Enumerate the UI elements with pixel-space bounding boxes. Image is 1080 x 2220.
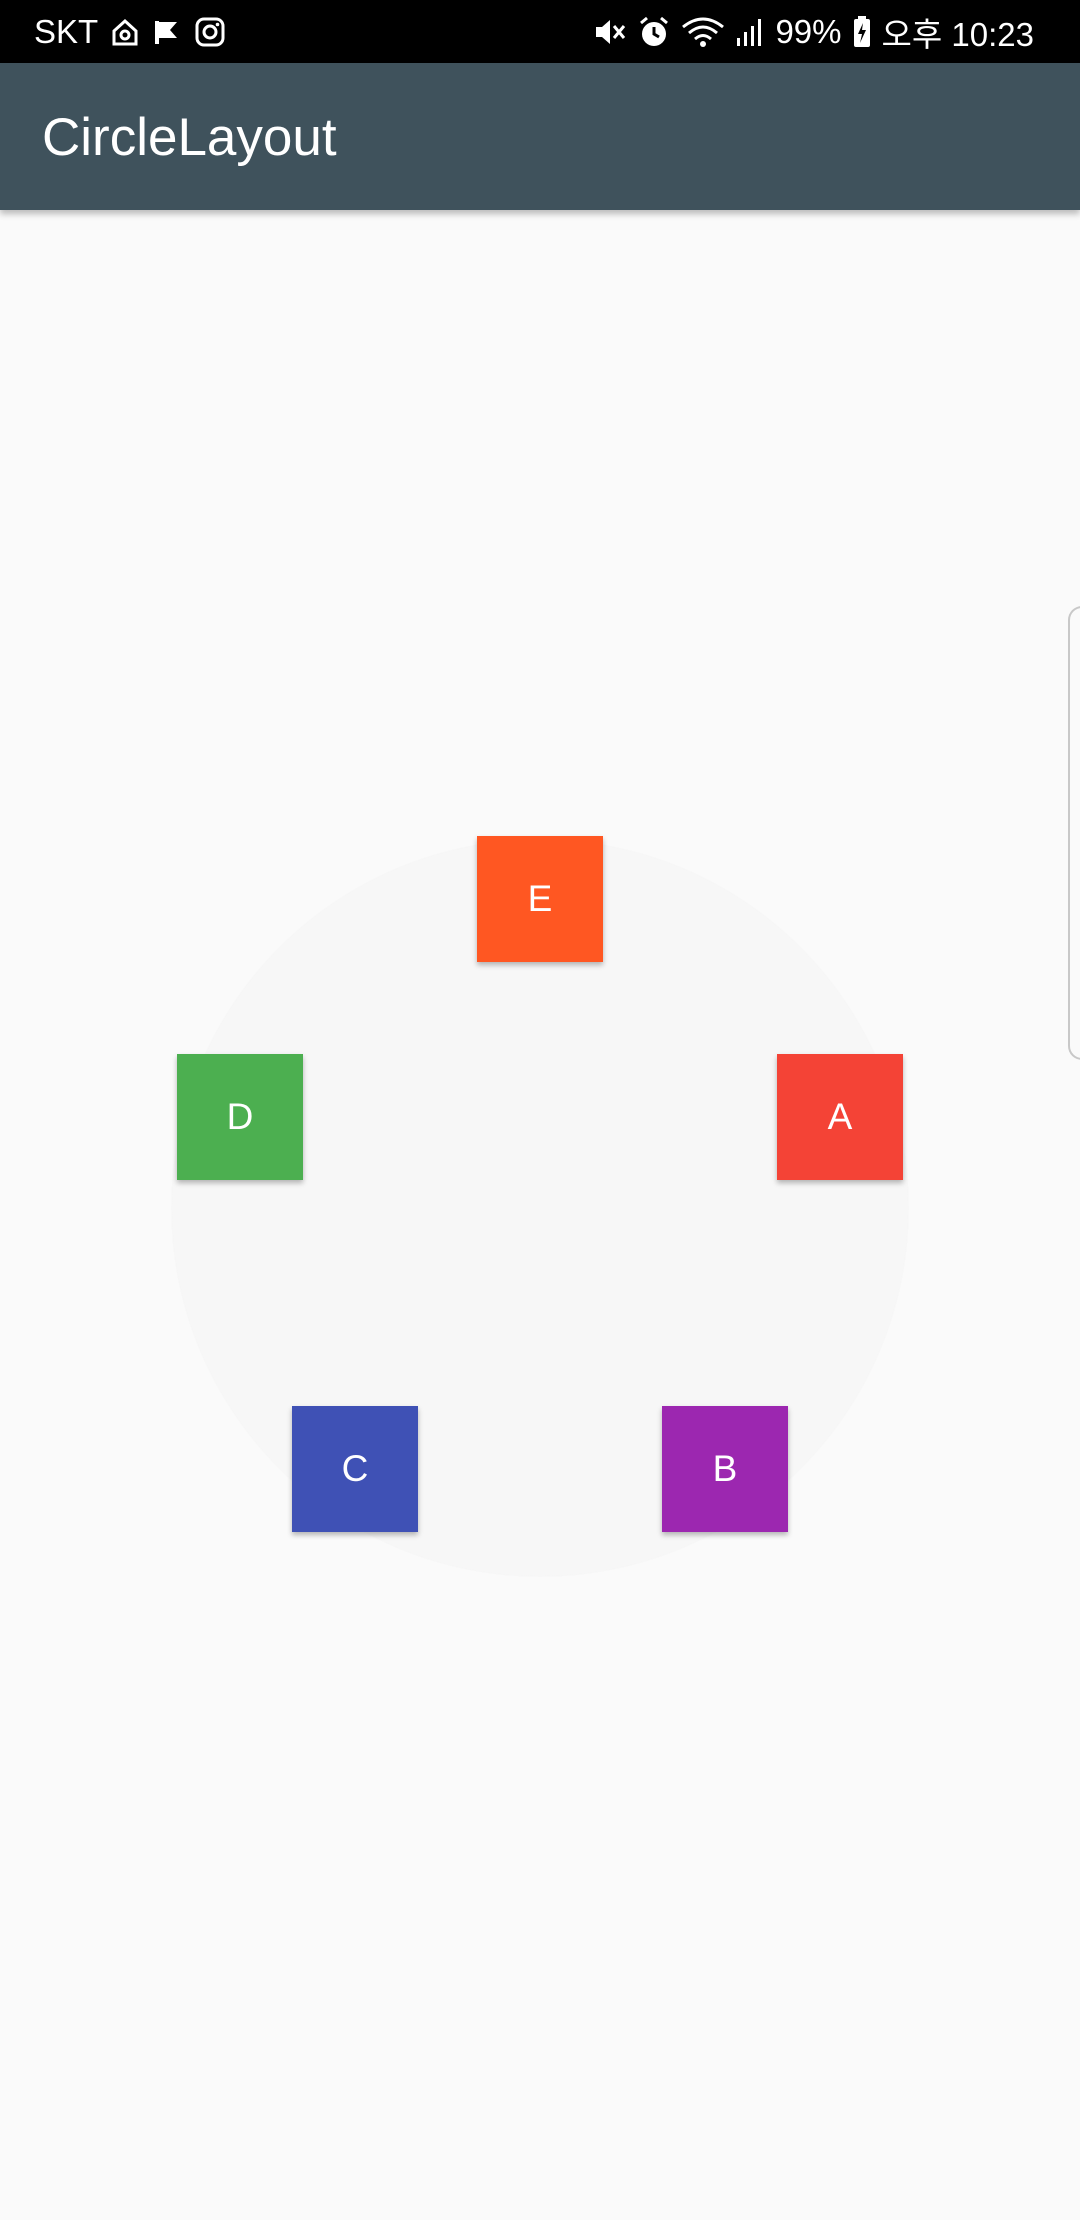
circle-item-a[interactable]: A <box>777 1054 903 1180</box>
carrier-label: SKT <box>34 13 99 50</box>
mute-icon <box>593 16 627 48</box>
clock-label: 오후 10:23 <box>881 16 1034 53</box>
circle-item-label: E <box>527 878 553 919</box>
circle-item-label: A <box>827 1096 853 1137</box>
status-right-group: 99% 오후 10:23 <box>593 10 1034 54</box>
circle-item-c[interactable]: C <box>292 1406 418 1532</box>
alarm-icon <box>637 15 671 49</box>
edge-panel-handle[interactable] <box>1068 606 1080 1060</box>
circle-item-label: D <box>226 1096 254 1137</box>
app-bar: CircleLayout <box>0 63 1080 210</box>
wifi-icon <box>681 15 725 49</box>
signal-icon <box>735 16 765 48</box>
status-bar: SKT 99% 오후 10:23 <box>0 0 1080 63</box>
flag-icon <box>152 17 182 47</box>
status-left-group: SKT <box>34 10 226 54</box>
circle-item-label: B <box>712 1448 738 1489</box>
circle-item-d[interactable]: D <box>177 1054 303 1180</box>
home-icon <box>110 17 140 47</box>
battery-percent: 99% <box>775 13 842 50</box>
instagram-icon <box>194 16 226 48</box>
circle-item-b[interactable]: B <box>662 1406 788 1532</box>
circle-item-label: C <box>341 1448 369 1489</box>
circle-item-e[interactable]: E <box>477 836 603 962</box>
app-title: CircleLayout <box>42 108 337 167</box>
battery-icon <box>852 15 872 49</box>
